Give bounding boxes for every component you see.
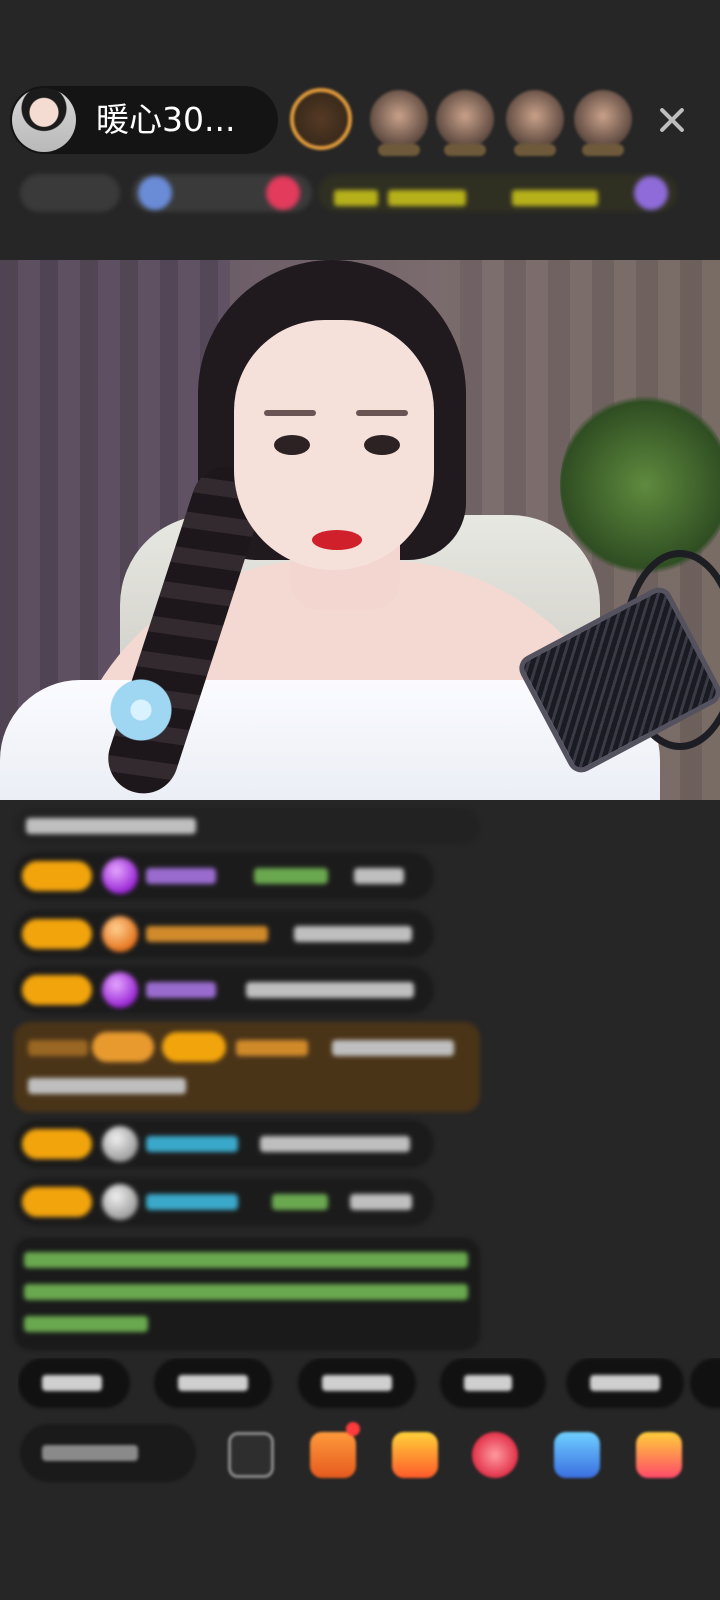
gift-name bbox=[272, 1194, 328, 1210]
chip-text bbox=[590, 1375, 660, 1391]
user-name bbox=[146, 868, 216, 884]
message-text bbox=[354, 868, 404, 884]
announcement-message bbox=[14, 1238, 480, 1350]
input-placeholder bbox=[42, 1445, 138, 1461]
announcement-text bbox=[24, 1284, 468, 1300]
fan-gem-icon bbox=[102, 916, 138, 952]
message-text bbox=[28, 1078, 186, 1094]
chat-message[interactable] bbox=[14, 966, 434, 1014]
host-name[interactable]: 暖心30... bbox=[96, 100, 276, 140]
viewer-avatar[interactable] bbox=[574, 90, 632, 156]
red-packet-icon[interactable] bbox=[636, 1432, 682, 1478]
top-viewer-avatar[interactable] bbox=[290, 88, 352, 150]
close-icon[interactable] bbox=[654, 102, 690, 138]
chat-message[interactable] bbox=[14, 1178, 434, 1226]
level-badge bbox=[22, 861, 92, 891]
announcement-text bbox=[24, 1252, 468, 1268]
vip-tag bbox=[28, 1040, 88, 1056]
activity-banner[interactable] bbox=[318, 174, 678, 212]
quick-reply-chip[interactable] bbox=[18, 1358, 130, 1408]
message-text bbox=[26, 818, 196, 834]
popularity-icon bbox=[138, 176, 172, 210]
quick-reply-chip[interactable] bbox=[154, 1358, 272, 1408]
banner-text bbox=[512, 190, 598, 206]
quick-reply-chip[interactable] bbox=[440, 1358, 546, 1408]
notification-dot bbox=[346, 1422, 360, 1436]
eyebrow bbox=[264, 410, 316, 416]
chip-text bbox=[42, 1375, 102, 1391]
message-text bbox=[246, 982, 414, 998]
system-message bbox=[14, 808, 479, 844]
vip-badge bbox=[92, 1032, 154, 1062]
banner-text bbox=[334, 190, 378, 206]
user-name bbox=[236, 1040, 308, 1056]
chat-list[interactable] bbox=[14, 800, 494, 1360]
eye bbox=[274, 435, 310, 455]
fan-gem-icon bbox=[102, 858, 138, 894]
announcement-text bbox=[24, 1316, 148, 1332]
level-badge bbox=[22, 919, 92, 949]
viewer-avatar[interactable] bbox=[436, 90, 494, 156]
host-avatar[interactable] bbox=[12, 88, 76, 152]
activity-icon bbox=[634, 176, 668, 210]
hot-icon bbox=[266, 176, 300, 210]
heart-icon[interactable] bbox=[472, 1432, 518, 1478]
fan-gem-icon bbox=[102, 1126, 138, 1162]
message-text bbox=[260, 1136, 410, 1152]
quick-reply-chip[interactable] bbox=[690, 1358, 720, 1408]
viewer-rank-badge bbox=[582, 144, 624, 156]
level-badge bbox=[22, 1129, 92, 1159]
lips bbox=[312, 530, 362, 550]
more-icon[interactable] bbox=[228, 1432, 274, 1478]
chip-text bbox=[322, 1375, 392, 1391]
quick-reply-chips bbox=[18, 1358, 720, 1414]
quick-reply-chip[interactable] bbox=[298, 1358, 416, 1408]
eyebrow bbox=[356, 410, 408, 416]
viewer-avatar[interactable] bbox=[370, 90, 428, 156]
chip-text bbox=[178, 1375, 248, 1391]
user-name bbox=[146, 1136, 238, 1152]
game-icon[interactable] bbox=[554, 1432, 600, 1478]
message-text bbox=[332, 1040, 454, 1056]
fan-gem-icon bbox=[102, 972, 138, 1008]
level-badge bbox=[22, 1187, 92, 1217]
viewer-rank-badge bbox=[514, 144, 556, 156]
gift-name bbox=[254, 868, 328, 884]
quick-reply-chip[interactable] bbox=[566, 1358, 684, 1408]
background-plant bbox=[560, 390, 720, 580]
message-text bbox=[350, 1194, 412, 1210]
banner-text bbox=[388, 190, 466, 206]
user-name bbox=[146, 1194, 238, 1210]
chat-message[interactable] bbox=[14, 910, 434, 958]
viewer-rank-badge bbox=[444, 144, 486, 156]
live-video[interactable] bbox=[0, 260, 720, 800]
chat-message[interactable] bbox=[14, 1120, 434, 1168]
room-info-row bbox=[20, 168, 690, 218]
viewer-rank-badge bbox=[378, 144, 420, 156]
gift-box-icon[interactable] bbox=[310, 1422, 360, 1478]
treasure-icon[interactable] bbox=[392, 1432, 438, 1478]
level-badge bbox=[162, 1032, 226, 1062]
level-badge bbox=[22, 975, 92, 1005]
chat-message[interactable] bbox=[14, 852, 434, 900]
message-text bbox=[294, 926, 412, 942]
vip-chat-message[interactable] bbox=[14, 1022, 480, 1112]
user-name bbox=[146, 982, 216, 998]
chip-text bbox=[464, 1375, 512, 1391]
viewer-avatar[interactable] bbox=[506, 90, 564, 156]
rank-pill[interactable] bbox=[20, 174, 120, 212]
user-name bbox=[146, 926, 268, 942]
hair-flower bbox=[106, 675, 176, 745]
say-something-input[interactable] bbox=[20, 1424, 196, 1482]
fan-gem-icon bbox=[102, 1184, 138, 1220]
eye bbox=[364, 435, 400, 455]
